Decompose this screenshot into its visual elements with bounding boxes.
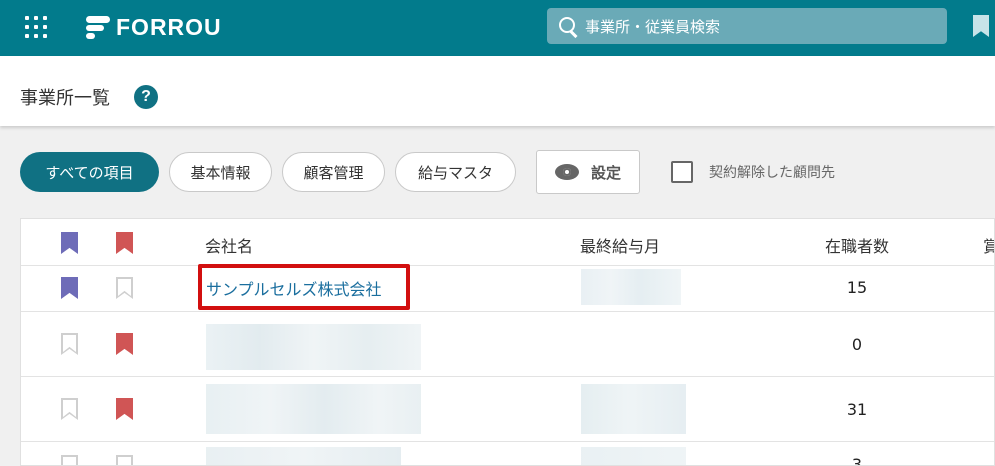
blurred-company-name: [206, 384, 421, 434]
search-icon: [557, 15, 579, 37]
employee-count: 15: [846, 278, 868, 297]
app-logo[interactable]: FORROU: [86, 12, 222, 42]
tab-payroll-master[interactable]: 給与マスタ: [395, 152, 516, 192]
bookmark-blue-header-icon[interactable]: [61, 232, 78, 254]
top-bar: FORROU 事業所・従業員検索: [0, 0, 995, 56]
tab-all-items[interactable]: すべての項目: [20, 152, 159, 192]
bookmark-red-header-icon[interactable]: [116, 232, 133, 254]
column-header-last-payroll[interactable]: 最終給与月: [580, 233, 660, 257]
bookmark-blue-empty-icon[interactable]: [61, 333, 78, 355]
divider: [21, 265, 994, 266]
tab-customer-management[interactable]: 顧客管理: [282, 152, 385, 192]
bookmark-red-icon[interactable]: [116, 333, 133, 355]
employee-count: 31: [846, 400, 868, 419]
blurred-value: [581, 447, 686, 465]
divider: [21, 441, 994, 442]
blurred-company-name: [206, 324, 421, 370]
bookmark-red-empty-icon[interactable]: [116, 277, 133, 299]
bookmark-icon[interactable]: [973, 15, 989, 37]
bookmark-red-icon[interactable]: [116, 398, 133, 420]
terminated-clients-label: 契約解除した顧問先: [709, 165, 835, 181]
forrou-logo-icon: [86, 14, 110, 40]
bookmark-blue-empty-icon[interactable]: [61, 398, 78, 420]
settings-label: 設定: [590, 163, 621, 182]
column-header-bonus[interactable]: 賞: [983, 233, 994, 257]
logo-text: FORROU: [116, 13, 222, 40]
blurred-value: [581, 384, 686, 434]
divider: [21, 376, 994, 377]
blurred-value: [581, 269, 681, 305]
help-icon[interactable]: ?: [134, 85, 158, 109]
bookmark-blue-icon[interactable]: [61, 277, 78, 299]
company-name: サンプルセルズ株式会社: [206, 280, 382, 299]
settings-button[interactable]: 設定: [536, 150, 640, 194]
column-header-company[interactable]: 会社名: [205, 233, 253, 257]
tab-basic-info[interactable]: 基本情報: [169, 152, 272, 192]
employee-count: 0: [851, 335, 863, 354]
page-header: 事業所一覧 ?: [0, 56, 995, 126]
employee-count: 3: [851, 455, 863, 466]
bookmark-red-empty-icon[interactable]: [116, 455, 133, 465]
app-grid-icon[interactable]: [24, 15, 48, 39]
blurred-company-name: [206, 447, 401, 465]
eye-icon: [554, 164, 579, 180]
page-title: 事業所一覧: [20, 88, 110, 109]
divider: [21, 311, 994, 312]
terminated-clients-checkbox[interactable]: [671, 161, 693, 183]
bookmark-blue-empty-icon[interactable]: [61, 455, 78, 465]
search-placeholder: 事業所・従業員検索: [585, 17, 721, 36]
company-link[interactable]: サンプルセルズ株式会社: [198, 264, 410, 310]
office-table: 会社名 最終給与月 在職者数 賞 サンプルセルズ株式会社 15 0 31 3: [20, 218, 995, 466]
column-header-employees[interactable]: 在職者数: [825, 233, 889, 257]
search-input[interactable]: 事業所・従業員検索: [547, 8, 947, 44]
